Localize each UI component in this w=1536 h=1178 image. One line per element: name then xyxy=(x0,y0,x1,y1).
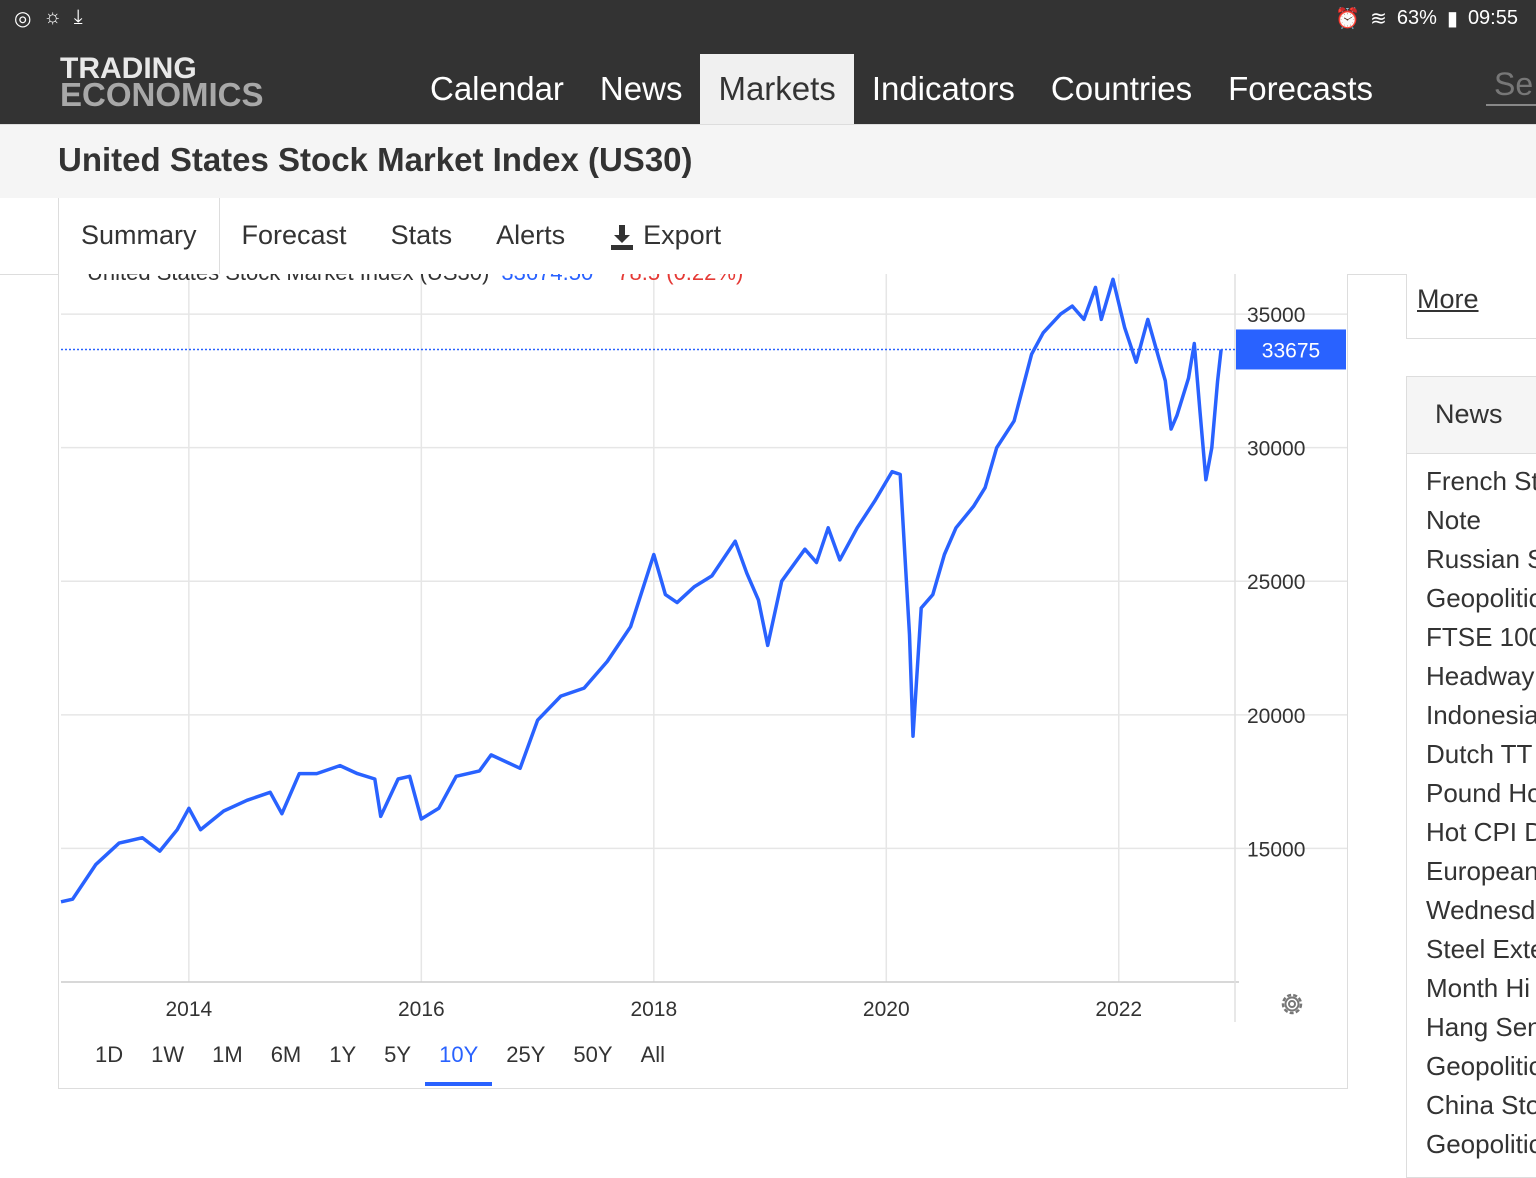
chart-panel: 15000 20000 25000 30000 35000 2014 2016 2018 202… xyxy=(58,274,1348,1089)
y-tick-label: 20000 xyxy=(1247,705,1305,728)
price-chart[interactable]: 15000 20000 25000 30000 35000 2014 2016 2018 202… xyxy=(59,274,1347,1088)
tabs-row: Summary Forecast Stats Alerts Export xyxy=(0,198,1536,275)
menu-item-markets[interactable]: Markets xyxy=(700,54,854,124)
more-box: More xyxy=(1406,274,1536,339)
news-item[interactable]: French St xyxy=(1407,462,1536,501)
x-tick-label: 2020 xyxy=(863,998,910,1021)
x-tick-label: 2014 xyxy=(166,998,213,1021)
range-selector: 1D 1W 1M 6M 1Y 5Y 10Y 25Y 50Y All xyxy=(81,1040,679,1086)
range-1m[interactable]: 1M xyxy=(198,1040,257,1086)
menu-item-forecasts[interactable]: Forecasts xyxy=(1210,54,1391,124)
page-title: United States Stock Market Index (US30) xyxy=(58,141,693,178)
news-item[interactable]: European xyxy=(1407,852,1536,891)
range-25y[interactable]: 25Y xyxy=(492,1040,559,1086)
range-50y[interactable]: 50Y xyxy=(559,1040,626,1086)
news-item[interactable]: Hang Sen xyxy=(1407,1008,1536,1047)
x-tick-label: 2018 xyxy=(630,998,677,1021)
news-item[interactable]: Geopolitic xyxy=(1407,579,1536,618)
range-all[interactable]: All xyxy=(627,1040,679,1086)
menu-item-news[interactable]: News xyxy=(582,54,701,124)
news-item[interactable]: Geopolitic xyxy=(1407,1047,1536,1086)
tab-export-label: Export xyxy=(643,220,722,250)
clock: 09:55 xyxy=(1467,7,1518,29)
series-line xyxy=(60,277,1223,904)
range-1w[interactable]: 1W xyxy=(137,1040,198,1086)
news-item[interactable]: Pound Ho xyxy=(1407,774,1536,813)
y-tick-label: 35000 xyxy=(1247,304,1305,327)
main-menu: Calendar News Markets Indicators Countri… xyxy=(412,54,1391,124)
tab-stats[interactable]: Stats xyxy=(369,198,475,274)
x-tick-label: 2016 xyxy=(398,998,445,1021)
legend-series-name: United States Stock Market Index (US30) xyxy=(87,274,489,285)
top-navigation: TRADING ECONOMICS Calendar News Markets … xyxy=(0,36,1536,124)
menu-item-countries[interactable]: Countries xyxy=(1033,54,1210,124)
news-item[interactable]: Dutch TT xyxy=(1407,735,1536,774)
news-item[interactable]: Steel Exte xyxy=(1407,930,1536,969)
news-panel: News French St Note Russian S Geopolitic FTS… xyxy=(1406,376,1536,1178)
tab-summary[interactable]: Summary xyxy=(58,198,220,275)
legend-change: 78.5 (0.22%) xyxy=(617,274,743,285)
tab-forecast[interactable]: Forecast xyxy=(220,198,369,274)
title-band: United States Stock Market Index (US30) xyxy=(0,124,1536,200)
y-tick-label: 30000 xyxy=(1247,438,1305,461)
news-item[interactable]: Russian S xyxy=(1407,540,1536,579)
download-icon xyxy=(611,224,634,250)
tab-export[interactable]: Export xyxy=(587,198,743,274)
news-item[interactable]: Geopolitic xyxy=(1407,1125,1536,1164)
download-icon: ⤓ xyxy=(73,6,83,28)
range-5y[interactable]: 5Y xyxy=(370,1040,425,1086)
sync-icon: ◎ xyxy=(14,8,32,30)
trading-economics-logo[interactable]: TRADING ECONOMICS xyxy=(60,54,264,113)
menu-item-indicators[interactable]: Indicators xyxy=(854,54,1033,124)
news-header: News xyxy=(1407,377,1536,454)
y-tick-label: 15000 xyxy=(1247,838,1305,861)
range-1d[interactable]: 1D xyxy=(81,1040,137,1086)
news-item[interactable]: Hot CPI D xyxy=(1407,813,1536,852)
gear-icon[interactable] xyxy=(1277,989,1307,1019)
tab-alerts[interactable]: Alerts xyxy=(474,198,587,274)
alarm-icon: ⏰ xyxy=(1335,8,1361,30)
y-tick-label: 25000 xyxy=(1247,571,1305,594)
range-6m[interactable]: 6M xyxy=(257,1040,316,1086)
range-1y[interactable]: 1Y xyxy=(315,1040,370,1086)
tabs: Summary Forecast Stats Alerts Export xyxy=(58,198,743,275)
news-item[interactable]: China Sto xyxy=(1407,1086,1536,1125)
more-link[interactable]: More xyxy=(1417,284,1479,315)
chart-legend: United States Stock Market Index (US30) … xyxy=(87,274,743,286)
news-item[interactable]: Headway xyxy=(1407,657,1536,696)
legend-value: 33674.50 xyxy=(501,274,593,285)
search-input[interactable]: Se xyxy=(1486,64,1536,106)
x-tick-label: 2022 xyxy=(1095,998,1142,1021)
menu-item-calendar[interactable]: Calendar xyxy=(412,54,582,124)
weather-icon: ☼ xyxy=(43,6,62,28)
status-bar: ◎ ☼ ⤓ ⏰ ≋ 63% ▮ 09:55 xyxy=(0,0,1536,36)
battery-icon: ▮ xyxy=(1446,8,1458,30)
news-item[interactable]: Month Hi xyxy=(1407,969,1536,1008)
news-item[interactable]: Indonesia xyxy=(1407,696,1536,735)
battery-percent: 63% xyxy=(1396,7,1437,29)
logo-line-2: ECONOMICS xyxy=(60,76,264,113)
news-list: French St Note Russian S Geopolitic FTSE 100… xyxy=(1407,454,1536,1164)
range-10y[interactable]: 10Y xyxy=(425,1040,493,1086)
news-item[interactable]: FTSE 100 xyxy=(1407,618,1536,657)
wifi-icon: ≋ xyxy=(1370,8,1387,30)
last-value-label: 33675 xyxy=(1262,339,1320,362)
news-item[interactable]: Wednesd xyxy=(1407,891,1536,930)
news-item[interactable]: Note xyxy=(1407,501,1536,540)
